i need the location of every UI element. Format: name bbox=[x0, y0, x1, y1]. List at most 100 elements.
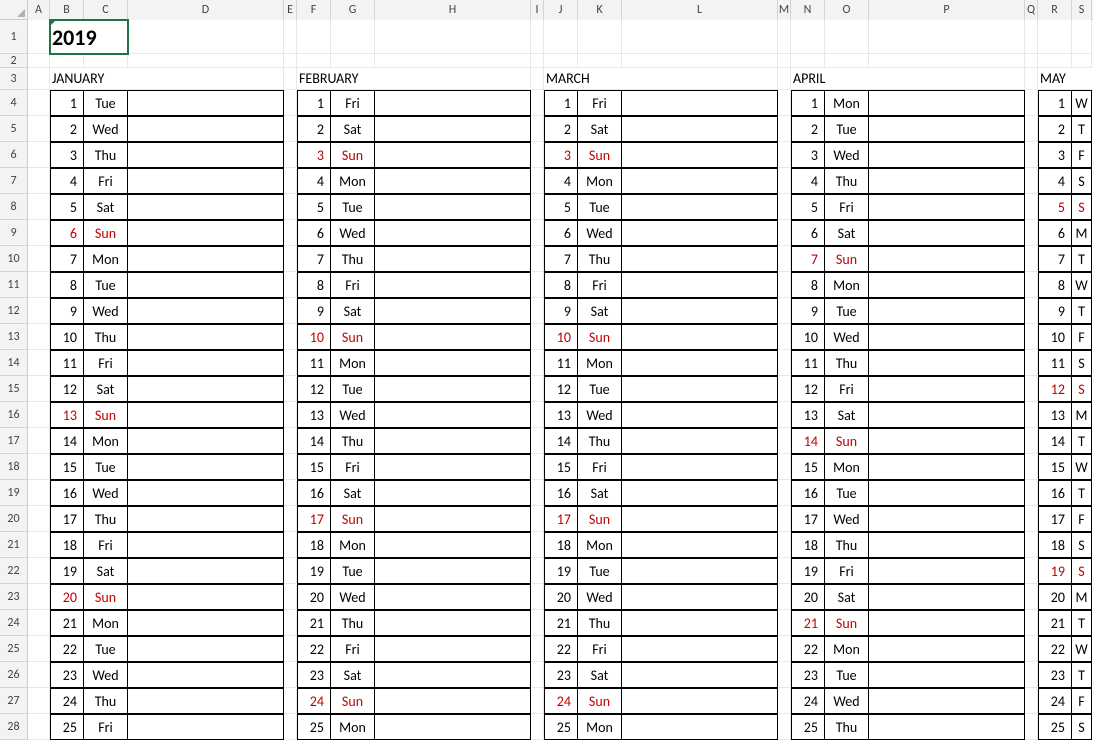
day-num[interactable]: 5 bbox=[50, 194, 84, 220]
day-note[interactable] bbox=[128, 142, 284, 168]
gap[interactable] bbox=[778, 454, 791, 480]
day-note[interactable] bbox=[622, 610, 778, 636]
gap[interactable] bbox=[778, 350, 791, 376]
gap[interactable] bbox=[1025, 194, 1038, 220]
day-name[interactable]: Sun bbox=[825, 428, 869, 454]
gap[interactable] bbox=[284, 584, 297, 610]
day-name[interactable]: Mon bbox=[825, 272, 869, 298]
cell-A26[interactable] bbox=[28, 662, 50, 688]
gap[interactable] bbox=[778, 636, 791, 662]
day-num[interactable]: 7 bbox=[1038, 246, 1072, 272]
day-name[interactable]: Thu bbox=[825, 532, 869, 558]
cell-r2-18[interactable] bbox=[1072, 54, 1092, 68]
cell-r2-1[interactable] bbox=[50, 54, 84, 68]
cell-A4[interactable] bbox=[28, 90, 50, 116]
day-name[interactable]: Wed bbox=[84, 298, 128, 324]
day-note[interactable] bbox=[128, 532, 284, 558]
cell-r2-15[interactable] bbox=[869, 54, 1025, 68]
day-note[interactable] bbox=[375, 402, 531, 428]
day-name[interactable]: Sun bbox=[331, 324, 375, 350]
day-num[interactable]: 18 bbox=[1038, 532, 1072, 558]
day-num[interactable]: 9 bbox=[544, 298, 578, 324]
day-name[interactable]: Mon bbox=[84, 246, 128, 272]
month-name-1[interactable]: FEBRUARY bbox=[297, 68, 531, 90]
day-note[interactable] bbox=[869, 142, 1025, 168]
cell-A18[interactable] bbox=[28, 454, 50, 480]
day-name[interactable]: F bbox=[1072, 142, 1092, 168]
gap[interactable] bbox=[778, 558, 791, 584]
cell-r1-4[interactable] bbox=[375, 20, 531, 54]
day-note[interactable] bbox=[869, 324, 1025, 350]
day-name[interactable]: Tue bbox=[84, 454, 128, 480]
day-note[interactable] bbox=[622, 220, 778, 246]
cell-r2-16[interactable] bbox=[1025, 54, 1038, 68]
day-num[interactable]: 8 bbox=[297, 272, 331, 298]
day-note[interactable] bbox=[869, 220, 1025, 246]
day-num[interactable]: 21 bbox=[50, 610, 84, 636]
cell-A21[interactable] bbox=[28, 532, 50, 558]
day-name[interactable]: Fri bbox=[84, 714, 128, 740]
day-num[interactable]: 11 bbox=[297, 350, 331, 376]
cell-r1-10[interactable] bbox=[791, 20, 825, 54]
day-name[interactable]: Wed bbox=[825, 688, 869, 714]
row-header-10[interactable]: 10 bbox=[0, 246, 28, 272]
day-name[interactable]: Wed bbox=[578, 402, 622, 428]
day-name[interactable]: Thu bbox=[825, 350, 869, 376]
day-num[interactable]: 22 bbox=[1038, 636, 1072, 662]
row-header-2[interactable]: 2 bbox=[0, 54, 28, 68]
day-name[interactable]: Tue bbox=[331, 376, 375, 402]
day-num[interactable]: 23 bbox=[1038, 662, 1072, 688]
day-num[interactable]: 3 bbox=[544, 142, 578, 168]
cell-r1-13[interactable] bbox=[1025, 20, 1038, 54]
day-num[interactable]: 8 bbox=[1038, 272, 1072, 298]
day-name[interactable]: Tue bbox=[825, 298, 869, 324]
gap[interactable] bbox=[778, 480, 791, 506]
gap[interactable] bbox=[1025, 714, 1038, 740]
col-header-H[interactable]: H bbox=[375, 0, 531, 20]
row-header-1[interactable]: 1 bbox=[0, 20, 28, 54]
day-note[interactable] bbox=[128, 194, 284, 220]
day-note[interactable] bbox=[375, 610, 531, 636]
day-note[interactable] bbox=[375, 688, 531, 714]
day-name[interactable]: Sat bbox=[84, 194, 128, 220]
gap[interactable] bbox=[531, 454, 544, 480]
day-note[interactable] bbox=[869, 350, 1025, 376]
day-note[interactable] bbox=[375, 350, 531, 376]
day-note[interactable] bbox=[869, 584, 1025, 610]
day-note[interactable] bbox=[622, 298, 778, 324]
day-name[interactable]: Wed bbox=[331, 220, 375, 246]
day-name[interactable]: Wed bbox=[578, 220, 622, 246]
row-header-11[interactable]: 11 bbox=[0, 272, 28, 298]
gap[interactable] bbox=[284, 168, 297, 194]
day-note[interactable] bbox=[375, 272, 531, 298]
day-num[interactable]: 13 bbox=[791, 402, 825, 428]
gap[interactable] bbox=[1025, 272, 1038, 298]
cell-r1-6[interactable] bbox=[544, 20, 578, 54]
row-header-15[interactable]: 15 bbox=[0, 376, 28, 402]
gap[interactable] bbox=[284, 350, 297, 376]
day-note[interactable] bbox=[375, 376, 531, 402]
day-name[interactable]: M bbox=[1072, 220, 1092, 246]
gap[interactable] bbox=[531, 480, 544, 506]
day-name[interactable]: Fri bbox=[331, 272, 375, 298]
day-num[interactable]: 18 bbox=[544, 532, 578, 558]
cell-A13[interactable] bbox=[28, 324, 50, 350]
day-name[interactable]: Wed bbox=[84, 480, 128, 506]
gap[interactable] bbox=[531, 168, 544, 194]
day-num[interactable]: 13 bbox=[297, 402, 331, 428]
gap[interactable] bbox=[284, 90, 297, 116]
day-name[interactable]: W bbox=[1072, 272, 1092, 298]
day-name[interactable]: Tue bbox=[578, 376, 622, 402]
day-note[interactable] bbox=[128, 636, 284, 662]
day-name[interactable]: Sun bbox=[578, 506, 622, 532]
day-note[interactable] bbox=[375, 246, 531, 272]
day-name[interactable]: Thu bbox=[578, 610, 622, 636]
day-note[interactable] bbox=[128, 272, 284, 298]
day-num[interactable]: 20 bbox=[50, 584, 84, 610]
day-num[interactable]: 16 bbox=[791, 480, 825, 506]
day-num[interactable]: 12 bbox=[50, 376, 84, 402]
gap[interactable] bbox=[531, 428, 544, 454]
day-num[interactable]: 15 bbox=[1038, 454, 1072, 480]
day-note[interactable] bbox=[869, 90, 1025, 116]
col-header-R[interactable]: R bbox=[1038, 0, 1072, 20]
